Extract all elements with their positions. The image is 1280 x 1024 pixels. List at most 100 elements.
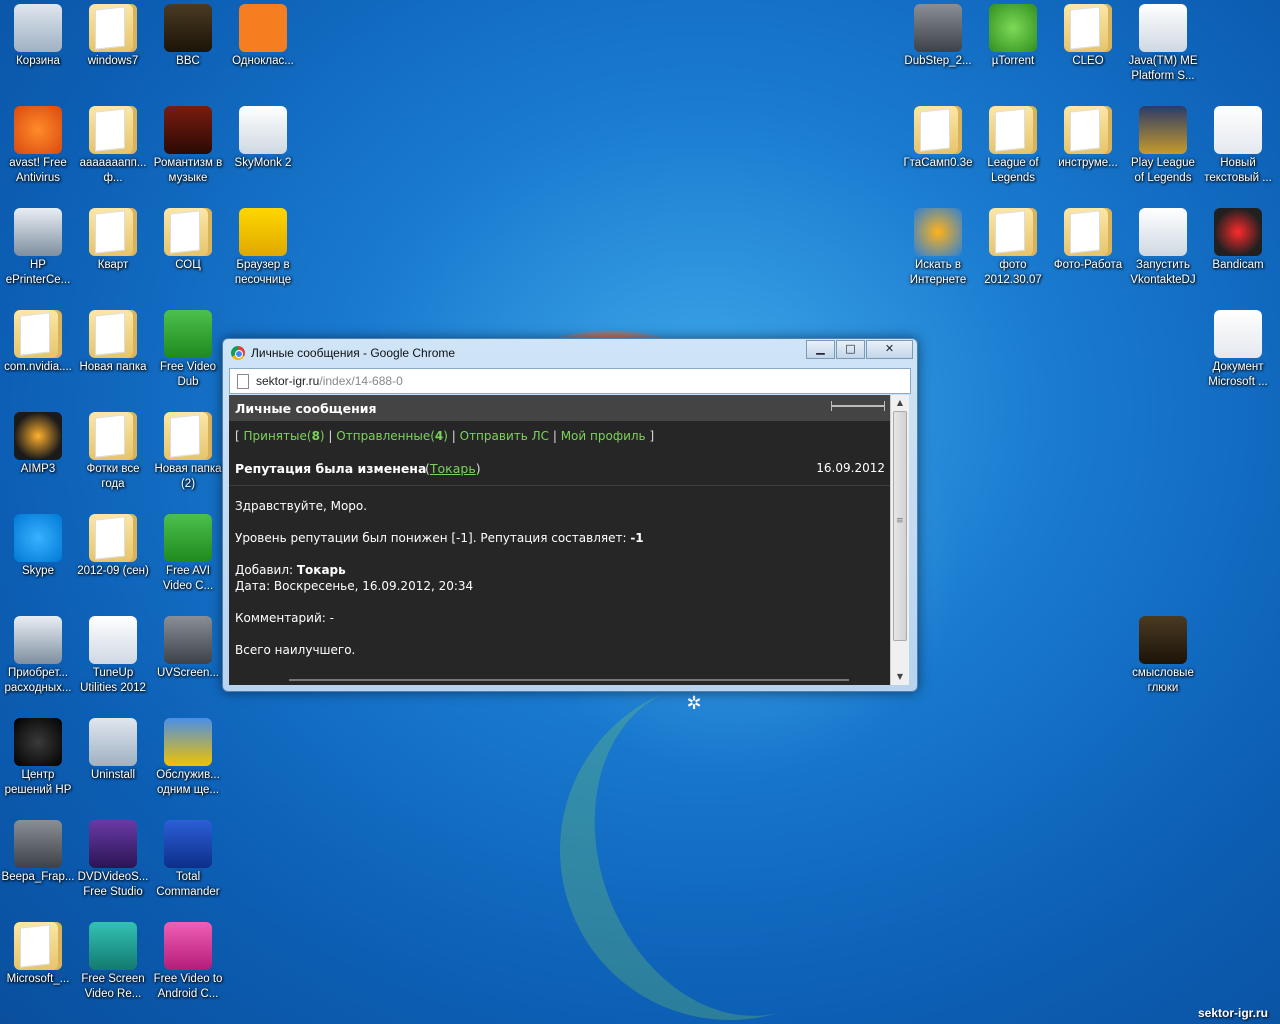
right-desktop-icon-12[interactable]: Запустить VkontakteDJ (1125, 204, 1201, 288)
left-desktop-icon-28[interactable]: DVDVideoS... Free Studio (75, 816, 151, 900)
reputation-value: -1 (630, 531, 644, 545)
maximize-button[interactable]: □ (836, 340, 865, 359)
left-desktop-icon-14[interactable]: Free Video Dub (150, 306, 226, 390)
left-desktop-icon-17[interactable]: Новая папка (2) (150, 408, 226, 492)
desktop-icon-label: Bandicam (1212, 259, 1264, 271)
desktop-icon-label: Одноклас... (232, 55, 294, 67)
address-bar[interactable]: sektor-igr.ru/index/14-688-0 (229, 368, 911, 394)
recycle-bin-icon (14, 4, 62, 52)
sender-link[interactable]: Токарь (430, 461, 476, 476)
skymonk-icon (239, 106, 287, 154)
vertical-scrollbar[interactable]: ▲ ▼ (890, 395, 909, 685)
desktop-icon-label: Документ Microsoft ... (1208, 361, 1268, 388)
left-desktop-icon-26[interactable]: Обслужив... одним ще... (150, 714, 226, 798)
desktop-icon-label: Приобрет... расходных... (4, 667, 72, 694)
skype-icon (14, 514, 62, 562)
left-desktop-icon-0[interactable]: Корзина (0, 0, 76, 69)
desktop-icon-label: Фото-Работа (1053, 259, 1123, 271)
right-desktop-icon-11[interactable]: Фото-Работа (1050, 204, 1126, 273)
left-desktop-icon-31[interactable]: Free Screen Video Re... (75, 918, 151, 1002)
right-desktop-icon-7[interactable]: Play League of Legends (1125, 102, 1201, 186)
minimize-button[interactable]: ▁ (806, 340, 835, 359)
nav-inbox-count: 8 (311, 429, 320, 443)
folder-icon (1064, 208, 1112, 256)
bandicam-icon (1214, 208, 1262, 256)
left-desktop-icon-1[interactable]: windows7 (75, 0, 151, 69)
resize-handle-icon[interactable] (831, 401, 885, 411)
left-desktop-icon-29[interactable]: Total Commander (150, 816, 226, 900)
nav-inbox-link[interactable]: Принятые(8) (244, 429, 325, 443)
fs-icon (89, 820, 137, 868)
left-desktop-icon-8[interactable]: HP ePrinterCe... (0, 204, 76, 288)
left-desktop-icon-9[interactable]: Кварт (75, 204, 151, 273)
left-desktop-icon-22[interactable]: TuneUp Utilities 2012 (75, 612, 151, 696)
desktop-icon-label: CLEO (1072, 55, 1104, 67)
nav-sent-count: 4 (434, 429, 444, 443)
desktop-icon-label: SkyMonk 2 (234, 157, 292, 169)
scroll-up-icon[interactable]: ▲ (891, 395, 909, 411)
right-desktop-icon-15[interactable]: смысловые глюки (1125, 612, 1201, 696)
left-desktop-icon-18[interactable]: Skype (0, 510, 76, 579)
right-desktop-icon-4[interactable]: ГтаСамп0.3е (900, 102, 976, 171)
left-desktop-icon-11[interactable]: Браузер в песочнице (225, 204, 301, 288)
left-desktop-icon-10[interactable]: СОЦ (150, 204, 226, 273)
right-desktop-icon-9[interactable]: Искать в Интернете (900, 204, 976, 288)
nav-send-link[interactable]: Отправить ЛС (460, 429, 549, 443)
right-desktop-icon-1[interactable]: µTorrent (975, 0, 1051, 69)
left-desktop-icon-27[interactable]: Beepa_Frap... (0, 816, 76, 885)
message-greeting: Здравствуйте, Моро. (235, 499, 368, 513)
close-button[interactable]: ✕ (866, 340, 913, 359)
desktop-icon-label: UVScreen... (157, 667, 219, 679)
left-desktop-icon-7[interactable]: SkyMonk 2 (225, 102, 301, 171)
right-desktop-icon-13[interactable]: Bandicam (1200, 204, 1276, 273)
left-desktop-icon-2[interactable]: BBC (150, 0, 226, 69)
left-desktop-icon-4[interactable]: avast! Free Antivirus (0, 102, 76, 186)
left-desktop-icon-30[interactable]: Microsoft_... (0, 918, 76, 987)
left-desktop-icon-16[interactable]: Фотки все года (75, 408, 151, 492)
left-desktop-icon-6[interactable]: Романтизм в музыке (150, 102, 226, 186)
right-desktop-icon-3[interactable]: Java(TM) ME Platform S... (1125, 0, 1201, 84)
left-desktop-icon-20[interactable]: Free AVI Video C... (150, 510, 226, 594)
left-desktop-icon-23[interactable]: UVScreen... (150, 612, 226, 681)
desktop-icon-label: com.nvidia.... (4, 361, 72, 373)
messages-header: Личные сообщения (229, 395, 891, 421)
film-icon (14, 820, 62, 868)
folder-icon (89, 310, 137, 358)
scroll-thumb[interactable] (893, 411, 907, 641)
right-desktop-icon-8[interactable]: Новый текстовый ... (1200, 102, 1276, 186)
right-desktop-icon-2[interactable]: CLEO (1050, 0, 1126, 69)
left-desktop-icon-3[interactable]: Одноклас... (225, 0, 301, 69)
desktop-icon-label: Новый текстовый ... (1204, 157, 1272, 184)
left-desktop-icon-25[interactable]: Uninstall (75, 714, 151, 783)
folder-icon (89, 514, 137, 562)
desktop-icon-label: Beepa_Frap... (1, 871, 75, 883)
desktop-icon-label: AIMP3 (20, 463, 56, 475)
scroll-down-icon[interactable]: ▼ (891, 669, 909, 685)
right-desktop-icon-5[interactable]: League of Legends (975, 102, 1051, 186)
left-desktop-icon-13[interactable]: Новая папка (75, 306, 151, 375)
left-desktop-icon-21[interactable]: Приобрет... расходных... (0, 612, 76, 696)
vkdj-icon (1139, 208, 1187, 256)
left-desktop-icon-12[interactable]: com.nvidia.... (0, 306, 76, 375)
wallpaper-sparkle: ✲ (686, 693, 702, 714)
left-desktop-icon-5[interactable]: ааааааапп... ф... (75, 102, 151, 186)
right-desktop-icon-10[interactable]: фото 2012.30.07 (975, 204, 1051, 288)
url-text[interactable]: sektor-igr.ru/index/14-688-0 (256, 374, 403, 388)
chrome-window[interactable]: Личные сообщения - Google Chrome ▁ □ ✕ s… (222, 338, 918, 692)
chrome-icon (231, 346, 245, 360)
desktop-icon-label: Free Video to Android C... (153, 973, 223, 1000)
desktop-icon-label: 2012-09 (сен) (77, 565, 149, 577)
folder-icon (1064, 4, 1112, 52)
left-desktop-icon-32[interactable]: Free Video to Android C... (150, 918, 226, 1002)
message-subject: Репутация была изменена (235, 461, 427, 476)
right-desktop-icon-6[interactable]: инструме... (1050, 102, 1126, 171)
left-desktop-icon-19[interactable]: 2012-09 (сен) (75, 510, 151, 579)
right-desktop-icon-14[interactable]: Документ Microsoft ... (1200, 306, 1276, 390)
desktop-icon-label: Искать в Интернете (909, 259, 967, 286)
url-domain: sektor-igr.ru (256, 374, 320, 388)
left-desktop-icon-15[interactable]: AIMP3 (0, 408, 76, 477)
nav-sent-link[interactable]: Отправленные(4) (336, 429, 448, 443)
right-desktop-icon-0[interactable]: DubStep_2... (900, 0, 976, 69)
left-desktop-icon-24[interactable]: Центр решений HP (0, 714, 76, 798)
nav-profile-link[interactable]: Мой профиль (561, 429, 646, 443)
